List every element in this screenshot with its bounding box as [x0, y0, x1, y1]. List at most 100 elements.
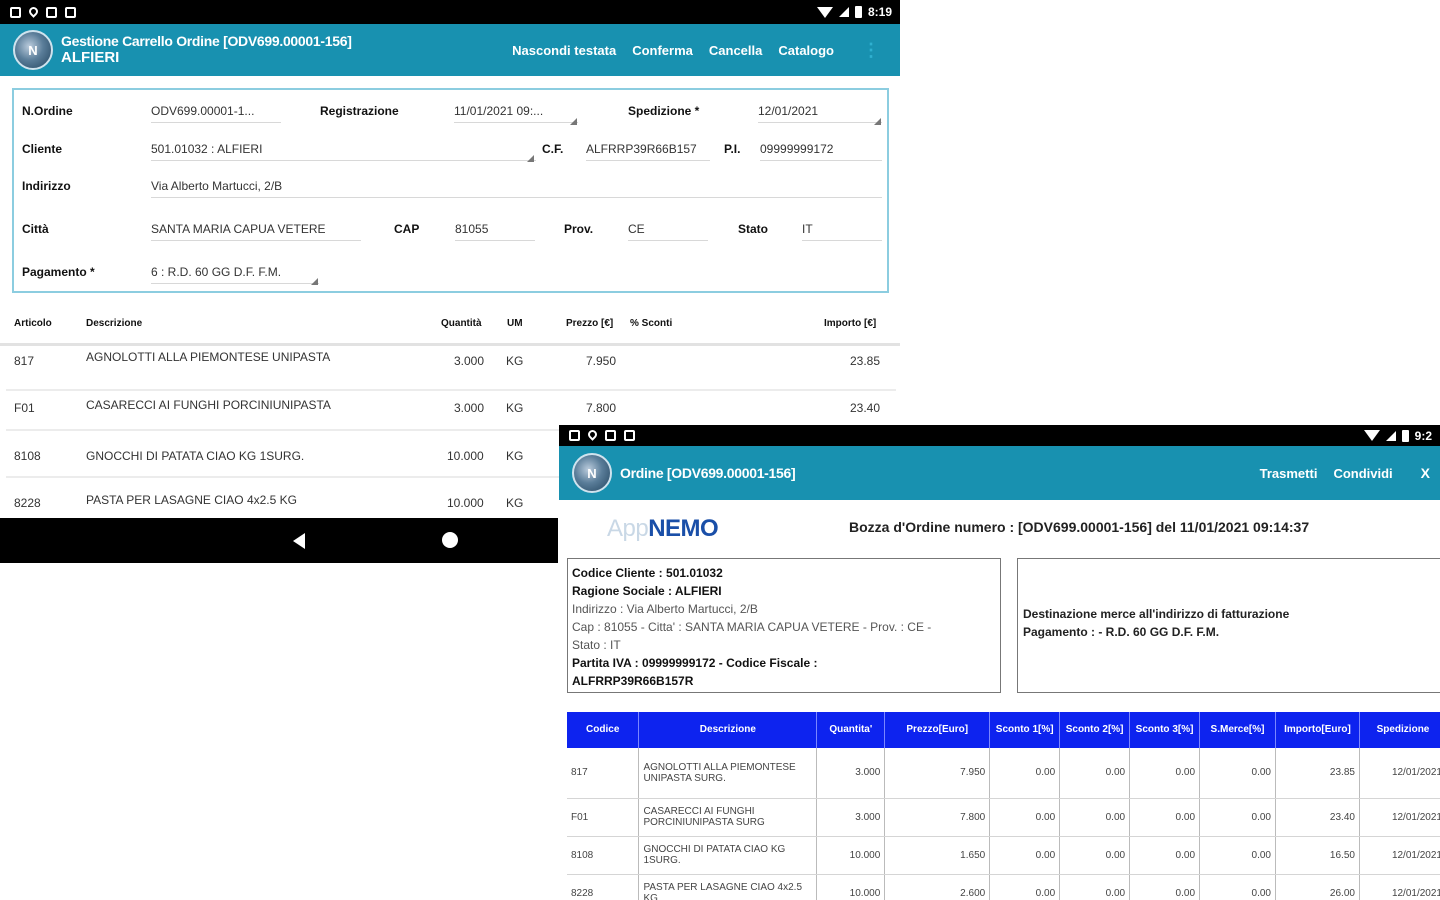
col-descrizione: Descrizione: [638, 712, 818, 748]
cell-descrizione: AGNOLOTTI ALLA PIEMONTESE UNIPASTA SURG.: [638, 748, 818, 799]
resize-corner-icon: [570, 118, 577, 125]
cell-um: KG: [506, 496, 524, 510]
cell-importo: 16.50: [1275, 836, 1360, 875]
cell-descrizione: GNOCCHI DI PATATA CIAO KG 1SURG.: [86, 449, 305, 463]
col-articolo: Articolo: [14, 318, 52, 329]
cell-spedizione: 12/01/2021: [1359, 874, 1440, 900]
cliente-field[interactable]: 501.01032 : ALFIERI: [151, 142, 536, 161]
app-bar: N Ordine [ODV699.00001-156] Trasmetti Co…: [559, 446, 1440, 500]
cell-sconto2: 0.00: [1059, 798, 1131, 837]
hide-header-button[interactable]: Nascondi testata: [512, 43, 616, 58]
col-sconto1: Sconto 1[%]: [989, 712, 1061, 748]
cell-codice: 8228: [567, 874, 640, 900]
prov-field[interactable]: CE: [628, 222, 708, 241]
location-icon: [586, 428, 599, 441]
customer-box: Codice Cliente : 501.01032 Ragione Socia…: [567, 558, 1001, 693]
share-button[interactable]: Condividi: [1333, 466, 1392, 481]
back-icon[interactable]: [293, 533, 305, 549]
kebab-menu-icon[interactable]: ⋮: [862, 40, 880, 61]
indirizzo-field[interactable]: Via Alberto Martucci, 2/B: [151, 179, 882, 198]
wifi-icon: [816, 6, 833, 18]
col-smerce: S.Merce[%]: [1199, 712, 1276, 748]
delete-button[interactable]: Cancella: [709, 43, 762, 58]
pagamento-field[interactable]: 6 : R.D. 60 GG D.F. F.M.: [151, 265, 319, 284]
cell-codice: 8108: [567, 836, 640, 875]
cell-spedizione: 12/01/2021: [1359, 798, 1440, 837]
stato-field[interactable]: IT: [802, 222, 882, 241]
cell-quantita: 3.000: [816, 748, 886, 799]
cell-um: KG: [506, 449, 524, 463]
cf-field[interactable]: ALFRRP39R66B157: [586, 142, 710, 161]
table-row: 8108 GNOCCHI DI PATATA CIAO KG 1SURG. 10…: [567, 836, 1440, 875]
cell-um: KG: [506, 354, 524, 368]
customer-code: Codice Cliente : 501.01032: [572, 566, 723, 580]
cell-importo: 23.40: [850, 401, 881, 415]
page-subtitle: ALFIERI: [61, 49, 120, 67]
home-icon[interactable]: [442, 532, 458, 548]
app-logo: N: [572, 453, 612, 493]
wifi-icon: [1363, 430, 1380, 441]
pi-field[interactable]: 09999999172: [760, 142, 882, 161]
resize-corner-icon: [311, 278, 318, 285]
cell-prezzo: 2.600: [884, 874, 991, 900]
spedizione-field[interactable]: 12/01/2021: [758, 104, 882, 123]
col-codice: Codice: [567, 712, 640, 748]
col-spedizione: Spedizione: [1359, 712, 1440, 748]
cell-sconto1: 0.00: [989, 874, 1061, 900]
cliente-label: Cliente: [22, 142, 63, 156]
cell-quantita: 3.000: [454, 354, 485, 368]
app-bar: N Gestione Carrello Ordine [ODV699.00001…: [0, 24, 900, 76]
table-row[interactable]: 817 AGNOLOTTI ALLA PIEMONTESE UNIPASTA 3…: [6, 347, 896, 391]
status-bar: 9:2: [559, 425, 1440, 446]
prov-label: Prov.: [564, 222, 594, 236]
cell-prezzo: 7.950: [586, 354, 617, 368]
signal-icon: [838, 7, 849, 17]
cell-sconto3: 0.00: [1129, 874, 1201, 900]
registrazione-label: Registrazione: [320, 104, 399, 118]
cell-importo: 23.85: [1275, 748, 1360, 799]
citta-label: Città: [22, 222, 49, 236]
catalog-button[interactable]: Catalogo: [778, 43, 834, 58]
indirizzo-label: Indirizzo: [22, 179, 71, 193]
col-sconti: % Sconti: [630, 318, 673, 329]
destination-box: Destinazione merce all'indirizzo di fatt…: [1017, 558, 1440, 693]
cell-spedizione: 12/01/2021: [1359, 836, 1440, 875]
cell-articolo: 8108: [14, 449, 41, 463]
close-icon[interactable]: X: [1421, 465, 1430, 481]
location-icon: [27, 4, 40, 18]
status-time: 8:19: [867, 5, 892, 19]
customer-name: Ragione Sociale : ALFIERI: [572, 584, 722, 598]
order-header: N.Ordine ODV699.00001-1... Registrazione…: [12, 88, 889, 293]
cell-descrizione: PASTA PER LASAGNE CIAO 4x2.5 KG: [86, 493, 297, 507]
col-quantita: Quantita': [816, 712, 886, 748]
cell-descrizione: CASARECCI AI FUNGHI PORCINIUNIPASTA SURG: [638, 798, 818, 837]
cell-prezzo: 7.950: [884, 748, 991, 799]
cell-sconto1: 0.00: [989, 798, 1061, 837]
cell-smerce: 0.00: [1199, 748, 1276, 799]
pi-label: P.I.: [724, 142, 741, 156]
cell-codice: F01: [567, 798, 640, 837]
cell-sconto1: 0.00: [989, 748, 1061, 799]
cell-quantita: 3.000: [816, 798, 886, 837]
cell-descrizione: PASTA PER LASAGNE CIAO 4x2.5 KG: [638, 874, 818, 900]
transmit-button[interactable]: Trasmetti: [1260, 466, 1318, 481]
n-ordine-field[interactable]: ODV699.00001-1...: [151, 104, 281, 123]
cell-smerce: 0.00: [1199, 874, 1276, 900]
cap-field[interactable]: 81055: [455, 222, 535, 241]
col-quantita: Quantità: [441, 318, 482, 329]
page-title: Ordine [ODV699.00001-156]: [620, 464, 796, 481]
cell-codice: 817: [567, 748, 640, 799]
col-um: UM: [507, 318, 523, 329]
col-prezzo: Prezzo [€]: [566, 318, 614, 329]
cell-importo: 26.00: [1275, 874, 1360, 900]
registrazione-field[interactable]: 11/01/2021 09:...: [454, 104, 578, 123]
battery-icon: [854, 6, 862, 18]
confirm-button[interactable]: Conferma: [632, 43, 693, 58]
cell-um: KG: [506, 401, 524, 415]
cell-smerce: 0.00: [1199, 836, 1276, 875]
cart-table-header: Articolo Descrizione Quantità UM Prezzo …: [0, 316, 900, 346]
citta-field[interactable]: SANTA MARIA CAPUA VETERE: [151, 222, 361, 241]
col-descrizione: Descrizione: [86, 318, 143, 329]
col-importo: Importo [€]: [824, 318, 877, 329]
cell-prezzo: 7.800: [586, 401, 617, 415]
